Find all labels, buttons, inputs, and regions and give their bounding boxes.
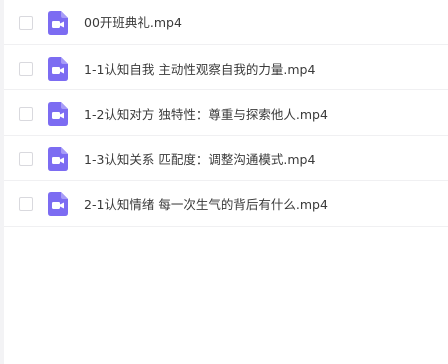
video-file-icon xyxy=(48,147,68,171)
video-file-icon xyxy=(48,57,68,81)
select-checkbox[interactable] xyxy=(19,197,33,211)
file-name[interactable]: 1-2认知对方 独特性：尊重与探索他人.mp4 xyxy=(84,107,328,123)
list-item[interactable]: 00开班典礼.mp4 xyxy=(4,0,448,45)
file-name[interactable]: 00开班典礼.mp4 xyxy=(84,15,182,31)
file-list-panel: 00开班典礼.mp4 1-1认知自我 主动性观察自我的力量.mp4 1-2认知对… xyxy=(0,0,448,364)
select-checkbox[interactable] xyxy=(19,107,33,121)
file-name[interactable]: 2-1认知情绪 每一次生气的背后有什么.mp4 xyxy=(84,197,328,213)
select-checkbox[interactable] xyxy=(19,62,33,76)
list-item[interactable]: 1-2认知对方 独特性：尊重与探索他人.mp4 xyxy=(4,90,448,136)
file-name[interactable]: 1-3认知关系 匹配度：调整沟通模式.mp4 xyxy=(84,152,315,168)
video-file-icon xyxy=(48,102,68,126)
video-file-icon xyxy=(48,192,68,216)
list-item[interactable]: 1-1认知自我 主动性观察自我的力量.mp4 xyxy=(4,45,448,90)
list-item[interactable]: 1-3认知关系 匹配度：调整沟通模式.mp4 xyxy=(4,136,448,181)
video-file-icon xyxy=(48,11,68,35)
list-item[interactable]: 2-1认知情绪 每一次生气的背后有什么.mp4 xyxy=(4,181,448,227)
select-checkbox[interactable] xyxy=(19,16,33,30)
file-name[interactable]: 1-1认知自我 主动性观察自我的力量.mp4 xyxy=(84,62,315,78)
file-list: 00开班典礼.mp4 1-1认知自我 主动性观察自我的力量.mp4 1-2认知对… xyxy=(4,0,448,227)
select-checkbox[interactable] xyxy=(19,152,33,166)
